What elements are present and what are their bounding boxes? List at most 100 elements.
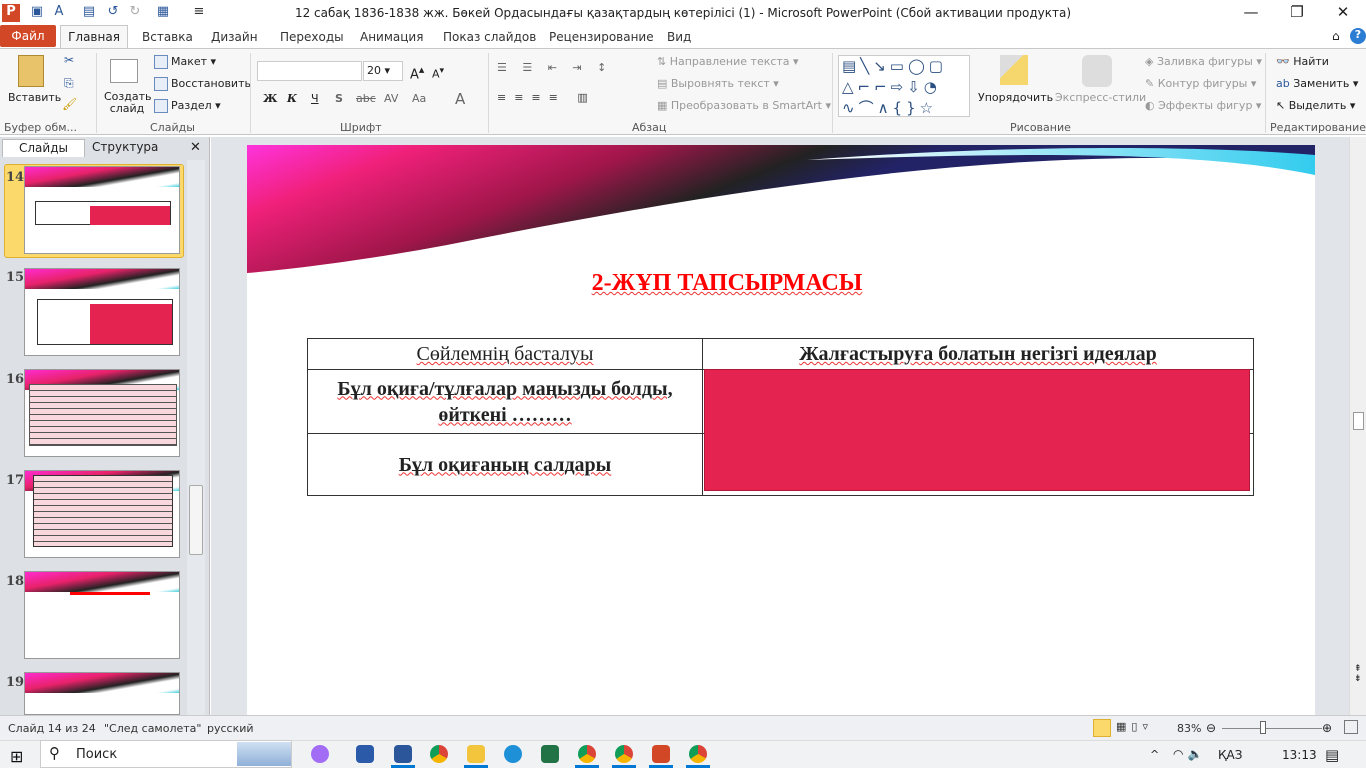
normal-view-icon[interactable]: [1093, 719, 1111, 737]
reset-button[interactable]: Восстановить: [154, 77, 251, 91]
tab-file[interactable]: Файл: [0, 25, 56, 47]
slide-number: 16: [6, 372, 25, 387]
close-panel-icon[interactable]: ✕: [190, 140, 201, 155]
tray-chevron-icon[interactable]: ^: [1150, 748, 1159, 761]
layout-button[interactable]: Макет ▾: [154, 55, 216, 69]
windows-start-icon[interactable]: ⊞: [10, 747, 23, 766]
edge-icon[interactable]: [504, 745, 522, 763]
text-direction-button[interactable]: ⇅ Направление текста ▾: [657, 55, 799, 68]
shrink-font-icon[interactable]: A▾: [432, 65, 444, 81]
arrange-button[interactable]: Упорядочить: [978, 91, 1053, 104]
powerpoint-icon[interactable]: [652, 745, 670, 763]
shape-outline-button[interactable]: ✎ Контур фигуры ▾: [1145, 77, 1256, 90]
thumbnails-scrollbar[interactable]: [187, 160, 205, 715]
table-cell[interactable]: Бұл оқиғаның салдары: [307, 433, 703, 496]
zoom-in-icon[interactable]: ⊕: [1322, 721, 1332, 735]
close-button[interactable]: ✕: [1320, 3, 1366, 25]
shape-fill-button[interactable]: ◈ Заливка фигуры ▾: [1145, 55, 1262, 68]
zoom-level[interactable]: 83%: [1177, 722, 1201, 735]
word-icon[interactable]: [394, 745, 412, 763]
char-spacing-button[interactable]: AV: [384, 92, 398, 105]
minimize-button[interactable]: —: [1228, 3, 1274, 25]
slide-thumbnail-14[interactable]: [24, 166, 180, 254]
taskbar-search[interactable]: ⚲ Поиск: [40, 740, 292, 768]
replace-button[interactable]: ab Заменить ▾: [1276, 77, 1358, 90]
italic-button[interactable]: К: [287, 92, 297, 105]
store-icon[interactable]: [356, 745, 374, 763]
tab-design[interactable]: Дизайн: [211, 30, 258, 44]
prev-next-slide-icons[interactable]: ⇞ ⇟: [1354, 664, 1362, 684]
chrome-profile-icon[interactable]: [689, 745, 707, 763]
slide-thumbnail-17[interactable]: [24, 470, 180, 558]
chrome-profile-icon[interactable]: [615, 745, 633, 763]
tab-animation[interactable]: Анимация: [360, 30, 423, 44]
find-button[interactable]: 👓 Найти: [1276, 55, 1329, 68]
slide-thumbnail-18[interactable]: [24, 571, 180, 659]
slide-counter: Слайд 14 из 24: [8, 722, 96, 735]
excel-icon[interactable]: [541, 745, 559, 763]
align-text-button[interactable]: ▤ Выровнять текст ▾: [657, 77, 779, 90]
font-color-button[interactable]: A: [455, 90, 465, 108]
file-explorer-icon[interactable]: [467, 745, 485, 763]
scrollbar-thumb[interactable]: [1353, 412, 1364, 430]
paste-button[interactable]: Вставить: [8, 91, 61, 104]
cut-icon[interactable]: ✂: [64, 53, 74, 67]
group-paragraph-label: Абзац: [632, 121, 667, 134]
underline-button[interactable]: Ч: [311, 92, 319, 105]
section-button[interactable]: Раздел ▾: [154, 99, 221, 113]
tab-transitions[interactable]: Переходы: [280, 30, 344, 44]
strikethrough-button[interactable]: abc: [356, 92, 376, 105]
alignment-buttons[interactable]: ≡≡≡≡ ▥: [497, 91, 596, 104]
tab-insert[interactable]: Вставка: [142, 30, 193, 44]
list-buttons[interactable]: ☰ ☰ ⇤ ⇥ ↕: [497, 61, 612, 74]
grow-font-icon[interactable]: A▴: [410, 63, 424, 82]
fit-to-window-icon[interactable]: [1344, 720, 1358, 734]
slide-thumbnail-15[interactable]: [24, 268, 180, 356]
slide-canvas[interactable]: 2-ЖҰП ТАПСЫРМАСЫ Сөйлемнің басталуы Жалғ…: [247, 145, 1315, 725]
convert-smartart-button[interactable]: ▦ Преобразовать в SmartArt ▾: [657, 99, 831, 112]
language-indicator[interactable]: русский: [207, 722, 254, 735]
zoom-out-icon[interactable]: ⊖: [1206, 721, 1216, 735]
chrome-profile-icon[interactable]: [578, 745, 596, 763]
notifications-icon[interactable]: ▤: [1325, 746, 1339, 764]
copy-icon[interactable]: ⎘: [64, 76, 74, 91]
new-slide-button[interactable]: Создать слайд: [104, 91, 152, 115]
clock[interactable]: 13:13: [1282, 748, 1317, 762]
slide-scrollbar[interactable]: ⇞ ⇟: [1349, 137, 1366, 715]
shape-effects-button[interactable]: ◐ Эффекты фигур ▾: [1145, 99, 1261, 112]
help-icon[interactable]: ?: [1350, 28, 1366, 44]
input-language[interactable]: ҚАЗ: [1218, 748, 1242, 762]
shapes-gallery[interactable]: ▤╲↘▭◯▢ △⌐⌐⇨⇩◔ ∿⌒∧{}☆: [838, 55, 970, 117]
change-case-button[interactable]: Aa: [412, 92, 426, 105]
theme-name[interactable]: "След самолета": [104, 722, 201, 735]
table-header-cell[interactable]: Сөйлемнің басталуы: [307, 338, 703, 370]
font-name-input[interactable]: [257, 61, 362, 81]
tab-view[interactable]: Вид: [667, 30, 691, 44]
quick-styles-button[interactable]: Экспресс-стили: [1055, 91, 1146, 104]
tab-review[interactable]: Рецензирование: [549, 30, 654, 44]
bold-button[interactable]: Ж: [263, 92, 277, 105]
slide-title[interactable]: 2-ЖҰП ТАПСЫРМАСЫ: [247, 270, 1315, 297]
chrome-icon[interactable]: [430, 745, 448, 763]
network-volume-icons[interactable]: ◠🔈: [1173, 747, 1206, 761]
tab-slideshow[interactable]: Показ слайдов: [443, 30, 536, 44]
shadow-button[interactable]: S: [335, 92, 343, 105]
select-button[interactable]: ↖ Выделить ▾: [1276, 99, 1355, 112]
view-buttons[interactable]: ▦▯▿: [1116, 720, 1153, 733]
zoom-slider[interactable]: [1222, 728, 1322, 729]
red-cover-rectangle[interactable]: [704, 369, 1250, 491]
restore-button[interactable]: ❐: [1274, 3, 1320, 25]
tab-home[interactable]: Главная: [60, 25, 128, 49]
font-size-input[interactable]: 20 ▾: [363, 61, 403, 81]
tab-outline[interactable]: Структура: [84, 139, 166, 157]
slide-thumbnail-19[interactable]: [24, 672, 180, 715]
minimize-ribbon-icon[interactable]: ⌂: [1332, 29, 1340, 43]
tab-slides[interactable]: Слайды: [2, 139, 85, 157]
slide-thumbnail-16[interactable]: [24, 369, 180, 457]
zoom-slider-thumb[interactable]: [1260, 721, 1266, 734]
cortana-icon[interactable]: [311, 745, 329, 763]
scrollbar-thumb[interactable]: [189, 485, 203, 555]
table-header-cell[interactable]: Жалғастыруға болатын негізгі идеялар: [702, 338, 1254, 370]
format-painter-icon[interactable]: 🖌: [62, 97, 77, 111]
table-cell[interactable]: Бұл оқиға/тұлғалар маңызды болды, өйткен…: [307, 369, 703, 434]
